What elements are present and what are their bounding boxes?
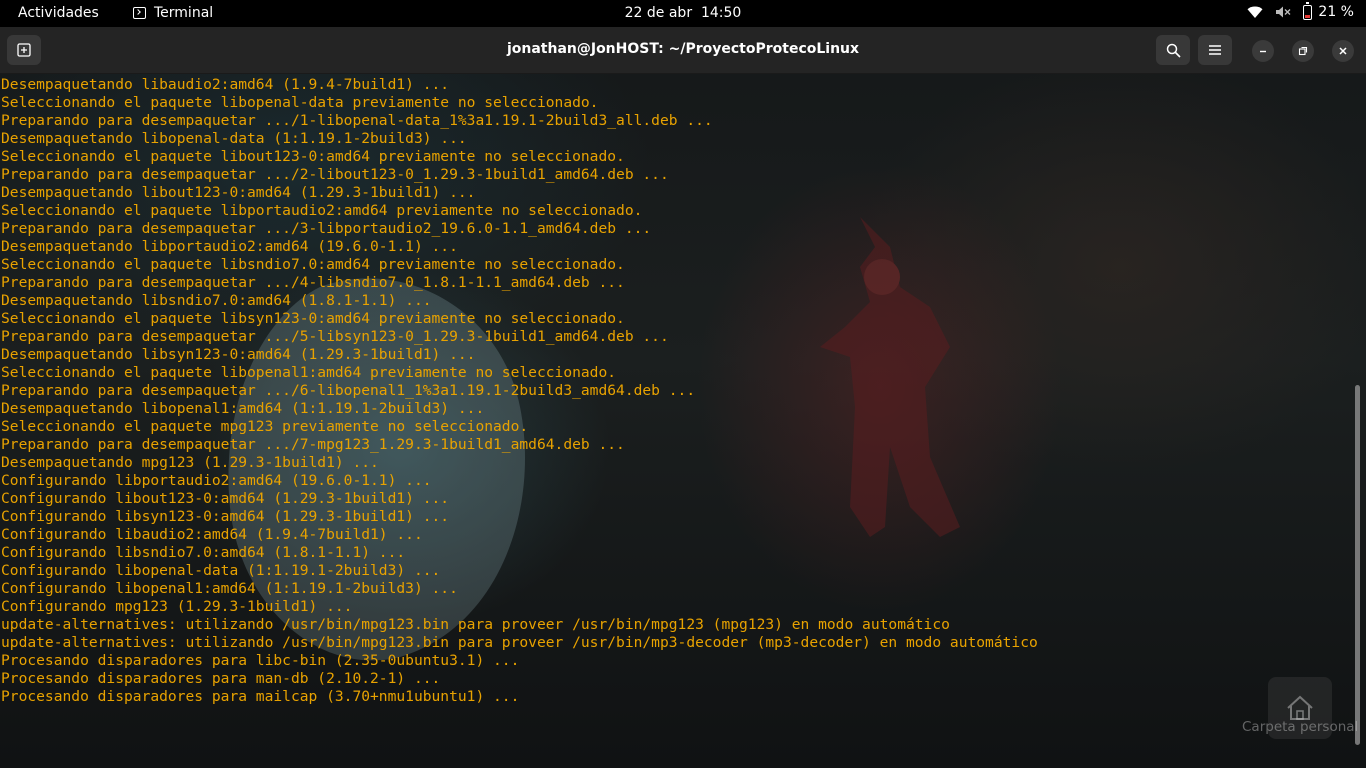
activities-button[interactable]: Actividades bbox=[18, 5, 99, 21]
terminal-line: Configurando libportaudio2:amd64 (19.6.0… bbox=[1, 472, 432, 489]
terminal-line: Desempaquetando libout123-0:amd64 (1.29.… bbox=[1, 184, 476, 201]
app-menu-button[interactable]: Terminal bbox=[133, 5, 213, 21]
time-label: 14:50 bbox=[700, 5, 742, 21]
scrollbar[interactable] bbox=[1355, 385, 1360, 745]
close-button[interactable] bbox=[1332, 40, 1354, 62]
terminal-line: Desempaquetando libopenal1:amd64 (1:1.19… bbox=[1, 400, 485, 417]
terminal-line: Procesando disparadores para man-db (2.1… bbox=[1, 670, 441, 687]
terminal-line: Configurando libopenal1:amd64 (1:1.19.1-… bbox=[1, 580, 458, 597]
window-title: jonathan@JonHOST: ~/ProyectoProtecoLinux bbox=[506, 41, 860, 57]
terminal-line: Desempaquetando mpg123 (1.29.3-1build1) … bbox=[1, 454, 379, 471]
system-status-menu[interactable]: 21 % bbox=[1247, 1, 1354, 20]
terminal-line: Desempaquetando libopenal-data (1:1.19.1… bbox=[1, 130, 467, 147]
terminal-icon bbox=[133, 7, 146, 19]
app-name: Terminal bbox=[154, 5, 214, 21]
terminal-line: Desempaquetando libportaudio2:amd64 (19.… bbox=[1, 238, 458, 255]
terminal-window: jonathan@JonHOST: ~/ProyectoProtecoLinux bbox=[0, 27, 1366, 768]
terminal-line: Seleccionando el paquete libopenal-data … bbox=[1, 94, 599, 111]
terminal-line: Preparando para desempaquetar .../3-libp… bbox=[1, 220, 652, 237]
minimize-icon bbox=[1260, 50, 1266, 53]
terminal-line: Preparando para desempaquetar .../1-libo… bbox=[1, 112, 713, 129]
battery-percentage: 21 % bbox=[1318, 4, 1354, 20]
terminal-line: Preparando para desempaquetar .../2-libo… bbox=[1, 166, 669, 183]
home-folder-label: Carpeta personal bbox=[1242, 719, 1359, 735]
terminal-line: Desempaquetando libaudio2:amd64 (1.9.4-7… bbox=[1, 76, 450, 93]
volume-muted-icon bbox=[1276, 6, 1291, 18]
terminal-line: Configurando mpg123 (1.29.3-1build1) ... bbox=[1, 598, 353, 615]
terminal-output[interactable]: Desempaquetando libaudio2:amd64 (1.9.4-7… bbox=[1, 76, 1038, 706]
terminal-line: Preparando para desempaquetar .../6-libo… bbox=[1, 382, 696, 399]
terminal-line: Desempaquetando libsyn123-0:amd64 (1.29.… bbox=[1, 346, 476, 363]
terminal-line: Seleccionando el paquete libsyn123-0:amd… bbox=[1, 310, 625, 327]
terminal-line: update-alternatives: utilizando /usr/bin… bbox=[1, 634, 1038, 651]
top-bar: Actividades Terminal 22 de abr 14:50 21 … bbox=[0, 0, 1366, 27]
minimize-button[interactable] bbox=[1252, 40, 1274, 62]
terminal-line: Configurando libopenal-data (1:1.19.1-2b… bbox=[1, 562, 441, 579]
main-menu-button[interactable] bbox=[1198, 35, 1232, 65]
terminal-line: Desempaquetando libsndio7.0:amd64 (1.8.1… bbox=[1, 292, 432, 309]
clock-button[interactable]: 22 de abr 14:50 bbox=[625, 5, 742, 21]
terminal-line: Seleccionando el paquete libopenal1:amd6… bbox=[1, 364, 617, 381]
terminal-line: Configurando libsndio7.0:amd64 (1.8.1-1.… bbox=[1, 544, 406, 561]
home-folder-icon bbox=[1287, 695, 1313, 720]
search-icon bbox=[1166, 43, 1181, 58]
terminal-line: Preparando para desempaquetar .../7-mpg1… bbox=[1, 436, 625, 453]
date-label: 22 de abr bbox=[624, 5, 693, 21]
terminal-line: Seleccionando el paquete libout123-0:amd… bbox=[1, 148, 625, 165]
terminal-line: Configurando libsyn123-0:amd64 (1.29.3-1… bbox=[1, 508, 450, 525]
wifi-icon bbox=[1247, 6, 1263, 18]
terminal-line: Seleccionando el paquete libsndio7.0:amd… bbox=[1, 256, 625, 273]
close-icon bbox=[1339, 47, 1347, 55]
window-headerbar: jonathan@JonHOST: ~/ProyectoProtecoLinux bbox=[0, 27, 1366, 74]
terminal-line: Procesando disparadores para libc-bin (2… bbox=[1, 652, 520, 669]
battery-icon bbox=[1303, 1, 1313, 20]
new-tab-button[interactable] bbox=[7, 35, 41, 65]
terminal-line: Seleccionando el paquete libportaudio2:a… bbox=[1, 202, 643, 219]
terminal-line: Seleccionando el paquete mpg123 previame… bbox=[1, 418, 529, 435]
terminal-line: Procesando disparadores para mailcap (3.… bbox=[1, 688, 520, 705]
terminal-line: update-alternatives: utilizando /usr/bin… bbox=[1, 616, 950, 633]
hamburger-menu-icon bbox=[1209, 45, 1221, 55]
new-tab-icon bbox=[17, 43, 31, 57]
search-button[interactable] bbox=[1156, 35, 1190, 65]
terminal-line: Preparando para desempaquetar .../5-libs… bbox=[1, 328, 669, 345]
terminal-line: Configurando libout123-0:amd64 (1.29.3-1… bbox=[1, 490, 450, 507]
maximize-icon bbox=[1298, 46, 1308, 56]
terminal-line: Configurando libaudio2:amd64 (1.9.4-7bui… bbox=[1, 526, 423, 543]
terminal-line: Preparando para desempaquetar .../4-libs… bbox=[1, 274, 625, 291]
maximize-button[interactable] bbox=[1292, 40, 1314, 62]
